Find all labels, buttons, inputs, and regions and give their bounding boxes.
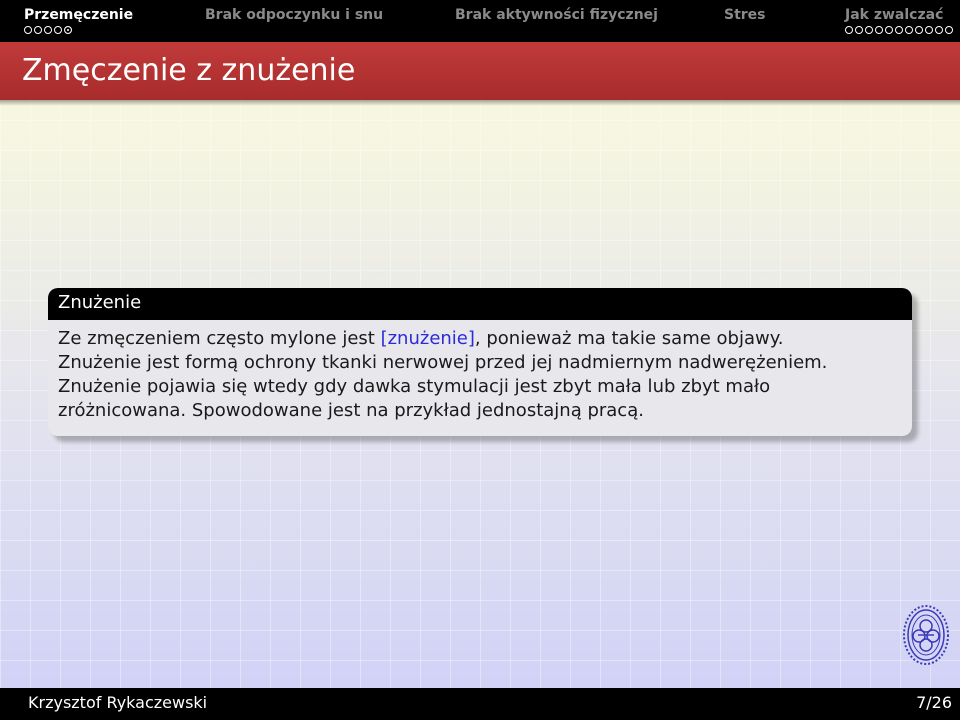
nav-dot[interactable] xyxy=(54,26,62,34)
frame-title: Zmęczenie z znużenie xyxy=(22,53,356,88)
nav-dot[interactable] xyxy=(935,26,943,34)
block-line-2: Znużenie jest formą ochrony tkanki nerwo… xyxy=(58,352,828,373)
nav-dot[interactable] xyxy=(24,26,32,34)
nav-label[interactable]: Brak aktywności fizycznej xyxy=(455,7,658,23)
nav-label[interactable]: Jak zwalczać xyxy=(845,7,943,23)
nav-slide-dots xyxy=(845,26,953,36)
nav-dot-current[interactable] xyxy=(64,26,72,34)
block-title: Znużenie xyxy=(58,292,142,313)
title-bar-shadow xyxy=(0,100,960,106)
nav-dot[interactable] xyxy=(44,26,52,34)
nav-dot[interactable] xyxy=(845,26,853,34)
nav-dot[interactable] xyxy=(945,26,953,34)
block-text: , ponieważ ma takie same objawy. xyxy=(474,328,784,349)
page-number: 7/26 xyxy=(916,693,952,712)
nav-dot[interactable] xyxy=(855,26,863,34)
block-line-4: zróżnicowana. Spowodowane jest na przykł… xyxy=(58,400,644,421)
nav-label[interactable]: Brak odpoczynku i snu xyxy=(205,7,383,23)
block-text: Ze zmęczeniem często mylone jest xyxy=(58,328,381,349)
nav-label[interactable]: Stres xyxy=(724,7,766,23)
nav-dot[interactable] xyxy=(925,26,933,34)
citation-link[interactable]: [znużenie] xyxy=(381,328,475,349)
block-title-bar: Znużenie xyxy=(48,288,912,320)
block-line-3: Znużenie pojawia się wtedy gdy dawka sty… xyxy=(58,376,771,397)
nav-label[interactable]: Przemęczenie xyxy=(24,7,133,23)
nav-slide-dots xyxy=(24,26,72,36)
block-body: Ze zmęczeniem często mylone jest [znużen… xyxy=(48,320,912,436)
nav-dot[interactable] xyxy=(34,26,42,34)
nav-dot[interactable] xyxy=(885,26,893,34)
nav-dot[interactable] xyxy=(895,26,903,34)
nav-dot[interactable] xyxy=(865,26,873,34)
nav-dot[interactable] xyxy=(915,26,923,34)
block-line-1: Ze zmęczeniem często mylone jest [znużen… xyxy=(58,328,784,349)
footer-bar: Krzysztof Rykaczewski 7/26 xyxy=(0,688,960,720)
navigation-bar: Przemęczenie Brak odpoczynku i snu Brak … xyxy=(0,0,960,42)
footer-author: Krzysztof Rykaczewski xyxy=(28,693,208,712)
nav-dot[interactable] xyxy=(905,26,913,34)
nav-dot[interactable] xyxy=(875,26,883,34)
definition-block: Znużenie Ze zmęczeniem często mylone jes… xyxy=(48,288,918,442)
university-seal-icon xyxy=(902,604,950,666)
